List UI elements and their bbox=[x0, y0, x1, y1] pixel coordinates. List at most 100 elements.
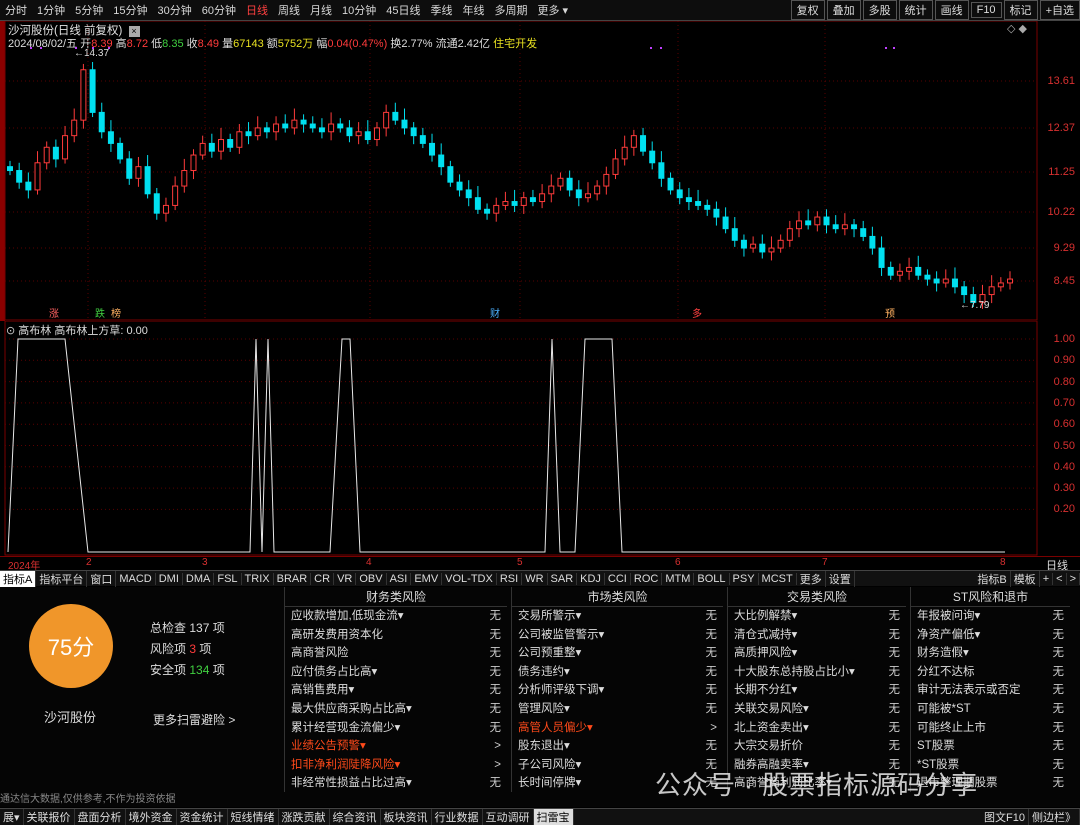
risk-row[interactable]: 公司被监管警示▾ 无 bbox=[512, 626, 723, 645]
indicator-tab-1[interactable]: 指标平台 bbox=[36, 570, 88, 587]
indicator-tab-6[interactable]: FSL bbox=[214, 572, 242, 585]
indicator-tab-4[interactable]: DMI bbox=[156, 572, 183, 585]
risk-row[interactable]: 非经常性损益占比过高▾ 无 bbox=[285, 774, 507, 793]
indicator-tab-16[interactable]: WR bbox=[522, 572, 548, 585]
event-marker-3[interactable]: 财 bbox=[490, 307, 500, 320]
indicator-tab-26[interactable]: 设置 bbox=[826, 570, 855, 587]
event-marker-5[interactable]: 预 bbox=[885, 308, 895, 320]
indicator-tab-22[interactable]: BOLL bbox=[694, 572, 730, 585]
risk-row[interactable]: ST股票 无 bbox=[911, 737, 1070, 756]
more-scan-link[interactable]: 更多扫雷避险 > bbox=[153, 711, 235, 728]
bottom-tab-5[interactable]: 短线情绪 bbox=[228, 809, 279, 825]
event-marker-0[interactable]: 涨 bbox=[49, 308, 59, 320]
event-marker-2[interactable]: 榜 bbox=[111, 307, 121, 320]
toolbar-button-5[interactable]: F10 bbox=[970, 2, 1002, 18]
risk-row[interactable]: 最大供应商采购占比高▾ 无 bbox=[285, 700, 507, 719]
risk-row[interactable]: 大比例解禁▾ 无 bbox=[728, 607, 906, 626]
indicator-tab-right-1[interactable]: 模板 bbox=[1011, 570, 1040, 587]
indicator-tab-7[interactable]: TRIX bbox=[242, 572, 274, 585]
risk-row[interactable]: 可能终止上市 无 bbox=[911, 719, 1070, 738]
bottom-tab-11[interactable]: 扫雷宝 bbox=[533, 809, 574, 825]
indicator-tab-14[interactable]: VOL-TDX bbox=[442, 572, 497, 585]
risk-row[interactable]: 应收款增加,低现金流▾ 无 bbox=[285, 607, 507, 626]
risk-row[interactable]: 净资产偏低▾ 无 bbox=[911, 626, 1070, 645]
period-tab-4[interactable]: 30分钟 bbox=[153, 2, 197, 18]
risk-row[interactable]: 高研发费用资本化 无 bbox=[285, 626, 507, 645]
indicator-tab-10[interactable]: VR bbox=[334, 572, 357, 585]
event-marker-4[interactable]: 多 bbox=[692, 307, 702, 320]
risk-row[interactable]: 可能被*ST 无 bbox=[911, 700, 1070, 719]
risk-row[interactable]: 累计经营现金流偏少▾ 无 bbox=[285, 719, 507, 738]
indicator-tab-17[interactable]: SAR bbox=[548, 572, 578, 585]
bottom-tab-1[interactable]: 关联报价 bbox=[24, 809, 75, 825]
indicator-tab-right-0[interactable]: 指标B bbox=[974, 570, 1011, 587]
bottom-right-1[interactable]: 侧边栏》 bbox=[1029, 809, 1080, 825]
indicator-tab-25[interactable]: 更多 bbox=[797, 570, 826, 587]
indicator-tab-21[interactable]: MTM bbox=[662, 572, 695, 585]
toolbar-button-7[interactable]: +自选 bbox=[1039, 0, 1080, 20]
indicator-tab-20[interactable]: ROC bbox=[631, 572, 663, 585]
indicator-tab-right-3[interactable]: < bbox=[1053, 572, 1067, 585]
toolbar-button-6[interactable]: 标记 bbox=[1003, 0, 1038, 20]
period-tab-12[interactable]: 年线 bbox=[458, 2, 490, 18]
toolbar-button-4[interactable]: 画线 bbox=[934, 0, 969, 20]
period-tab-10[interactable]: 45日线 bbox=[381, 2, 425, 18]
bottom-tab-4[interactable]: 资金统计 bbox=[177, 809, 228, 825]
toolbar-button-0[interactable]: 复权 bbox=[790, 0, 825, 20]
bottom-tab-10[interactable]: 互动调研 bbox=[483, 809, 534, 825]
risk-row[interactable]: 分红不达标 无 bbox=[911, 663, 1070, 682]
risk-row[interactable]: 公司预重整▾ 无 bbox=[512, 644, 723, 663]
risk-row[interactable]: 股东退出▾ 无 bbox=[512, 737, 723, 756]
indicator-tab-right-2[interactable]: + bbox=[1040, 572, 1054, 585]
period-tab-11[interactable]: 季线 bbox=[426, 2, 458, 18]
indicator-tab-23[interactable]: PSY bbox=[730, 572, 759, 585]
period-tab-3[interactable]: 15分钟 bbox=[108, 2, 152, 18]
bottom-tab-2[interactable]: 盘面分析 bbox=[75, 809, 126, 825]
event-marker-1[interactable]: 跌 bbox=[95, 307, 105, 320]
period-tab-14[interactable]: 更多 ▾ bbox=[533, 2, 574, 18]
risk-row[interactable]: 业绩公告预警▾ > bbox=[285, 737, 507, 756]
bottom-tab-6[interactable]: 涨跌贡献 bbox=[279, 809, 330, 825]
bottom-right-0[interactable]: 图文F10 bbox=[981, 809, 1029, 825]
risk-row[interactable]: 清仓式减持▾ 无 bbox=[728, 626, 906, 645]
risk-row[interactable]: 财务造假▾ 无 bbox=[911, 644, 1070, 663]
indicator-tab-9[interactable]: CR bbox=[311, 572, 335, 585]
indicator-tab-13[interactable]: EMV bbox=[411, 572, 443, 585]
indicator-tab-12[interactable]: ASI bbox=[387, 572, 412, 585]
indicator-tab-right-4[interactable]: > bbox=[1067, 572, 1080, 585]
period-tab-1[interactable]: 1分钟 bbox=[32, 2, 70, 18]
indicator-tab-2[interactable]: 窗口 bbox=[87, 570, 117, 587]
indicator-tab-3[interactable]: MACD bbox=[116, 572, 156, 585]
risk-row[interactable]: 长期不分红▾ 无 bbox=[728, 681, 906, 700]
risk-row[interactable]: 年报被问询▾ 无 bbox=[911, 607, 1070, 626]
bottom-tab-7[interactable]: 综合资讯 bbox=[330, 809, 381, 825]
bottom-tab-8[interactable]: 板块资讯 bbox=[381, 809, 432, 825]
indicator-tab-5[interactable]: DMA bbox=[183, 572, 215, 585]
bottom-tab-3[interactable]: 境外资金 bbox=[126, 809, 177, 825]
period-tab-8[interactable]: 月线 bbox=[305, 2, 337, 18]
risk-row[interactable]: 关联交易风险▾ 无 bbox=[728, 700, 906, 719]
period-tab-2[interactable]: 5分钟 bbox=[70, 2, 108, 18]
indicator-tab-8[interactable]: BRAR bbox=[274, 572, 312, 585]
indicator-tab-18[interactable]: KDJ bbox=[577, 572, 605, 585]
toolbar-button-2[interactable]: 多股 bbox=[862, 0, 897, 20]
risk-row[interactable]: 大宗交易折价 无 bbox=[728, 737, 906, 756]
risk-row[interactable]: 高管人员偏少▾ > bbox=[512, 719, 723, 738]
bottom-tab-9[interactable]: 行业数据 bbox=[432, 809, 483, 825]
indicator-tab-15[interactable]: RSI bbox=[497, 572, 523, 585]
period-tab-5[interactable]: 60分钟 bbox=[197, 2, 241, 18]
bottom-tab-0[interactable]: 展▾ bbox=[0, 809, 24, 825]
period-tab-9[interactable]: 10分钟 bbox=[337, 2, 381, 18]
risk-row[interactable]: 扣非净利润陡降风险▾ > bbox=[285, 756, 507, 775]
risk-row[interactable]: 分析师评级下调▾ 无 bbox=[512, 681, 723, 700]
period-tab-6[interactable]: 日线 bbox=[241, 2, 273, 18]
period-tab-0[interactable]: 分时 bbox=[0, 2, 32, 18]
indicator-tab-24[interactable]: MCST bbox=[759, 572, 797, 585]
toolbar-button-1[interactable]: 叠加 bbox=[826, 0, 861, 20]
period-tab-7[interactable]: 周线 bbox=[273, 2, 305, 18]
toolbar-button-3[interactable]: 统计 bbox=[898, 0, 933, 20]
indicator-tab-19[interactable]: CCI bbox=[605, 572, 631, 585]
risk-row[interactable]: 应付债务占比高▾ 无 bbox=[285, 663, 507, 682]
risk-row[interactable]: 十大股东总持股占比小▾ 无 bbox=[728, 663, 906, 682]
risk-row[interactable]: 北上资金卖出▾ 无 bbox=[728, 719, 906, 738]
